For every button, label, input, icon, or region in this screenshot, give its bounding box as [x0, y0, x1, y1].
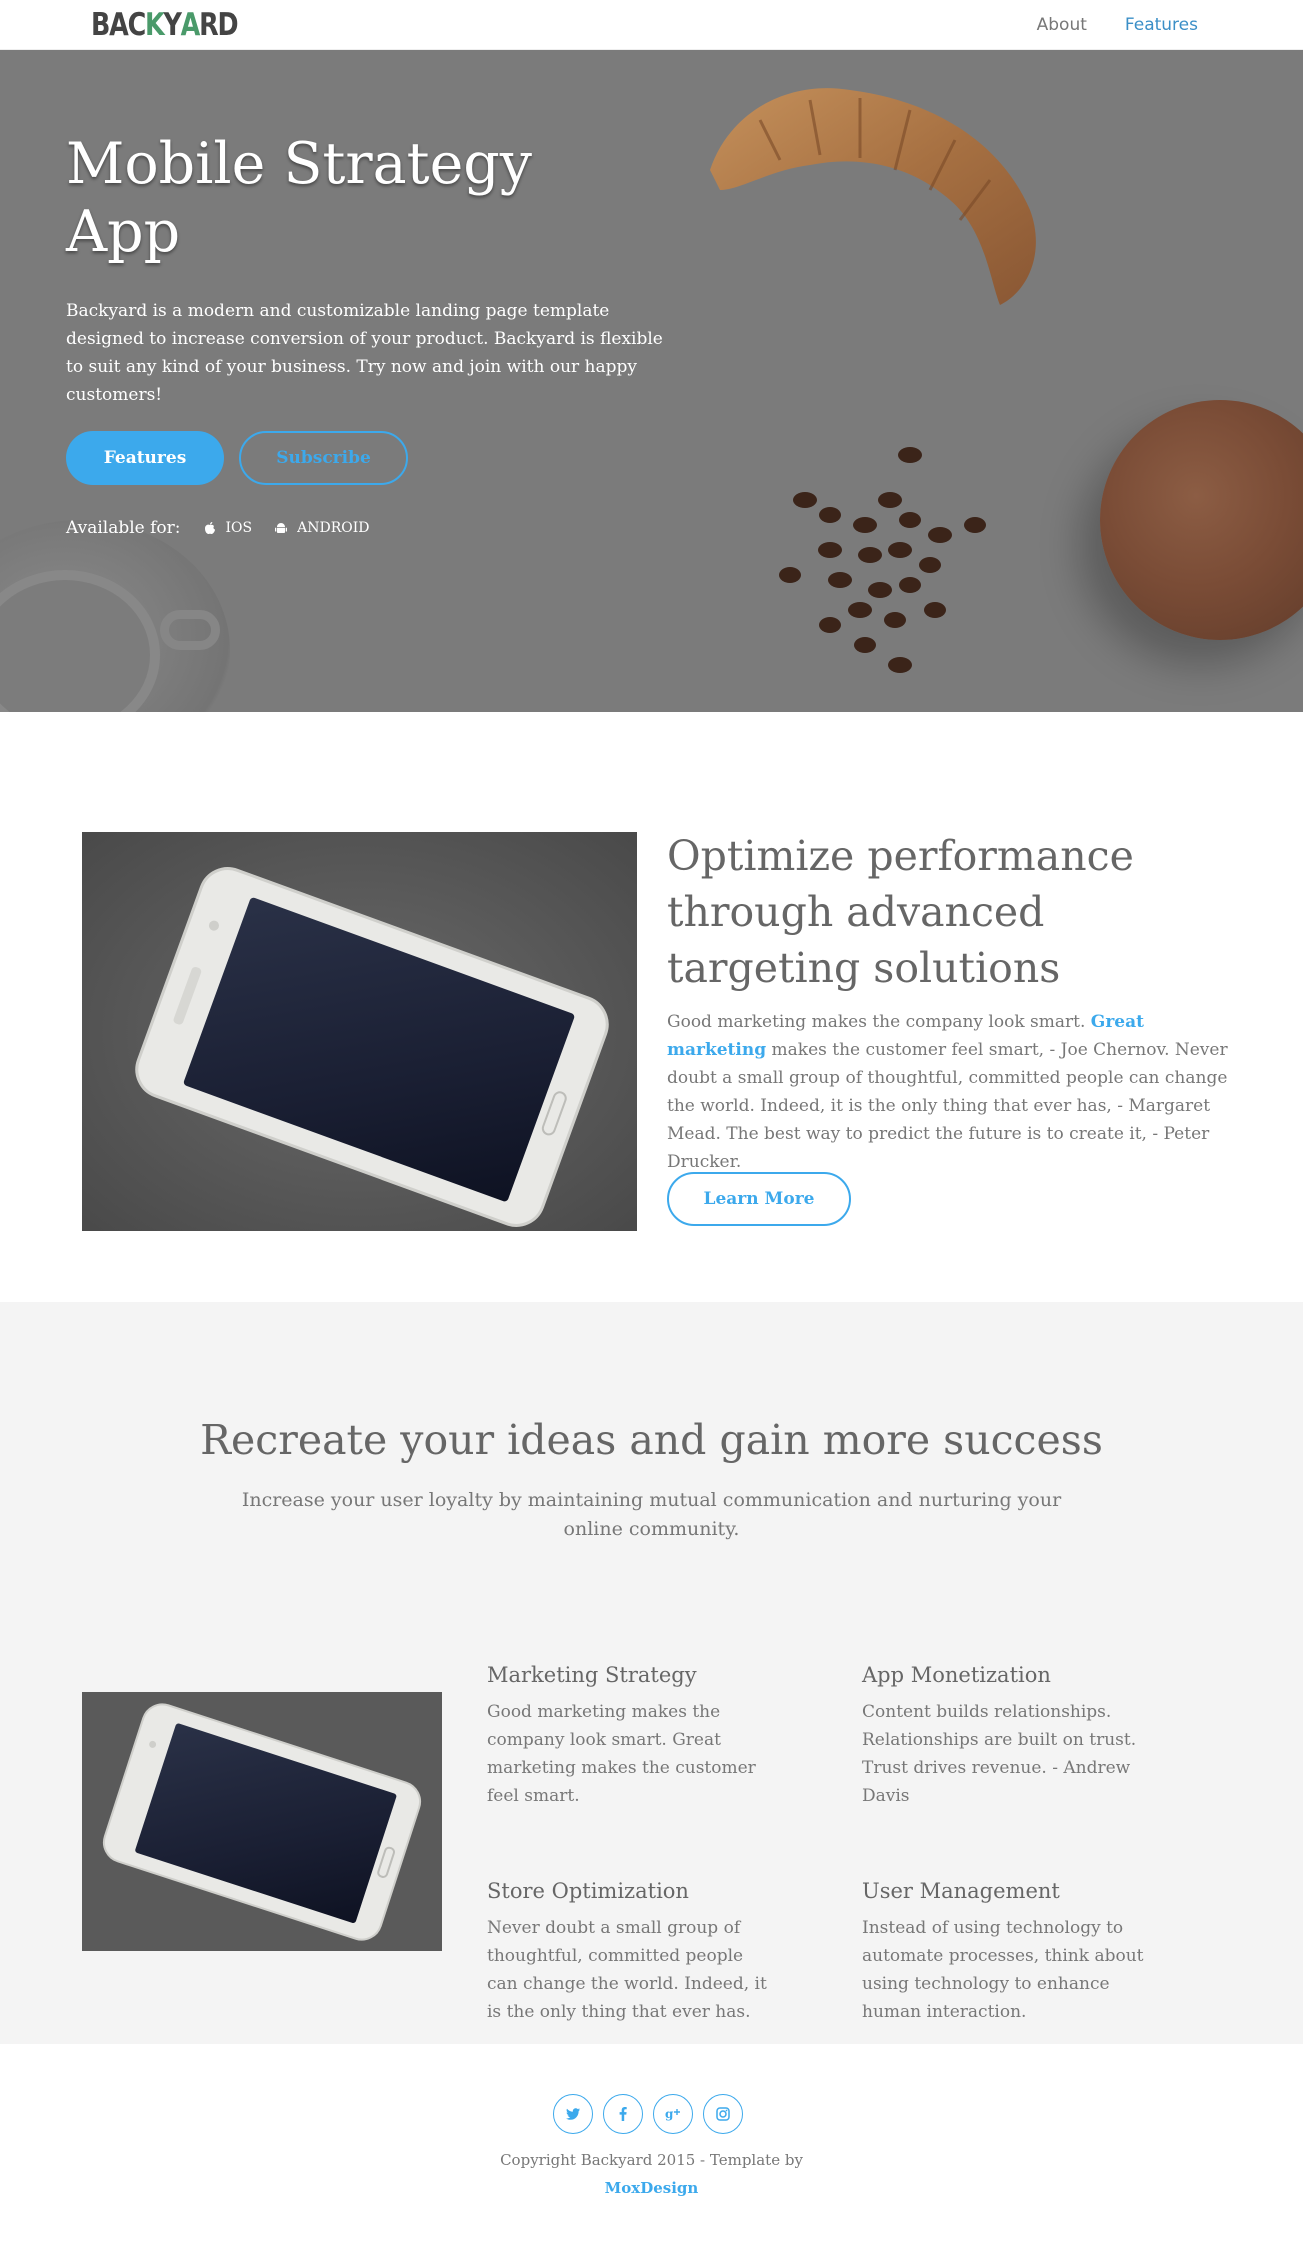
phone-thumbnail-image: [82, 1692, 442, 1951]
platform-ios[interactable]: IOS: [203, 520, 253, 536]
description-part-1: Good marketing makes the company look sm…: [667, 1012, 1086, 1032]
phone-image: [82, 832, 637, 1231]
section-title: Optimize performance through advanced ta…: [667, 832, 1134, 992]
available-platforms: Available for: IOS ANDROID: [66, 516, 369, 540]
card-app-monetization: App Monetization Content builds relation…: [862, 1660, 1152, 1810]
card-text: Good marketing makes the company look sm…: [487, 1702, 756, 1806]
instagram-icon[interactable]: [703, 2094, 743, 2134]
nav-link-about[interactable]: About: [1037, 15, 1087, 35]
features-title: Recreate your ideas and gain more succes…: [200, 1416, 1103, 1464]
platform-android[interactable]: ANDROID: [274, 520, 369, 536]
author-link[interactable]: MoxDesign: [0, 2174, 1303, 2202]
platform-ios-label: IOS: [225, 520, 253, 536]
croissant-image: [710, 88, 1036, 305]
card-title: Store Optimization: [487, 1879, 689, 1903]
copyright-text: Copyright Backyard 2015 - Template by: [500, 2151, 803, 2169]
twitter-icon[interactable]: [553, 2094, 593, 2134]
card-text: Instead of using technology to automate …: [862, 1918, 1144, 2022]
card-marketing-strategy: Marketing Strategy Good marketing makes …: [487, 1660, 777, 1810]
android-icon: [275, 523, 288, 533]
section-description: Good marketing makes the company look sm…: [667, 1008, 1237, 1176]
nav-links: About Features: [1037, 0, 1198, 50]
card-title: App Monetization: [862, 1663, 1051, 1687]
hero-description: Backyard is a modern and customizable la…: [66, 301, 663, 405]
google-plus-icon[interactable]: g: [653, 2094, 693, 2134]
facebook-icon[interactable]: [603, 2094, 643, 2134]
platform-android-label: ANDROID: [297, 520, 370, 536]
top-navbar: BAC K Y A RD About Features: [0, 0, 1303, 50]
nav-link-features[interactable]: Features: [1125, 15, 1198, 35]
cookie-image: [1100, 400, 1303, 640]
card-title: User Management: [862, 1879, 1060, 1903]
apple-icon: [204, 522, 215, 534]
coffee-beans-image: [779, 447, 986, 673]
card-user-management: User Management Instead of using technol…: [862, 1876, 1152, 2026]
hero-title: Mobile Strategy App: [66, 131, 532, 265]
available-label: Available for:: [66, 518, 181, 538]
coffee-cup-handle: [160, 610, 220, 650]
card-title: Marketing Strategy: [487, 1663, 697, 1687]
features-subtitle: Increase your user loyalty by maintainin…: [241, 1489, 1062, 1540]
subscribe-button[interactable]: Subscribe: [239, 431, 408, 485]
svg-text:g: g: [665, 2107, 674, 2121]
card-text: Content builds relationships. Relationsh…: [862, 1702, 1137, 1806]
backyard-logo[interactable]: BAC K Y A RD: [91, 7, 239, 43]
card-text: Never doubt a small group of thoughtful,…: [487, 1918, 767, 2022]
learn-more-button[interactable]: Learn More: [667, 1172, 851, 1226]
card-store-optimization: Store Optimization Never doubt a small g…: [487, 1876, 777, 2026]
social-links: g: [553, 2094, 743, 2134]
features-button[interactable]: Features: [66, 431, 224, 485]
copyright: Copyright Backyard 2015 - Template by Mo…: [0, 2146, 1303, 2202]
